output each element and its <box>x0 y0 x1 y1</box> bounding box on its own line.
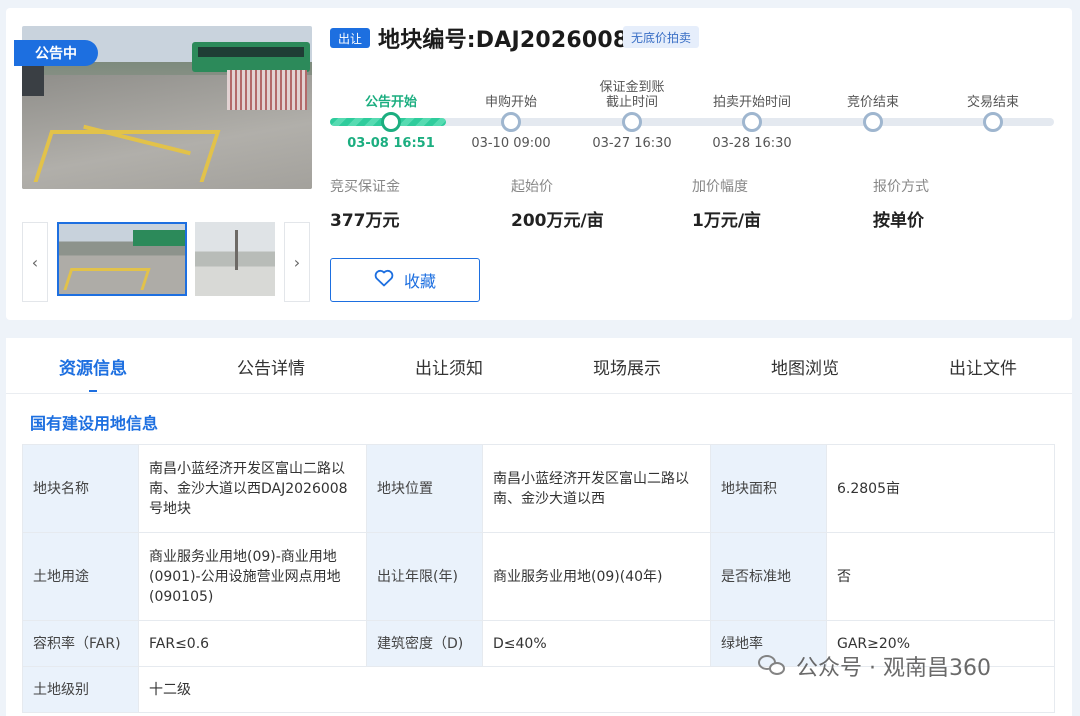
table-value-cell: FAR≤0.6 <box>138 620 367 667</box>
increment-item: 加价幅度 1万元/亩 <box>692 176 872 231</box>
timeline-step-dot <box>863 112 883 132</box>
chevron-left-icon: ‹ <box>31 252 39 272</box>
plot-info: 出让 地块编号:DAJ2026008 无底价拍卖 公告开始 03-08 16:51… <box>330 8 1060 320</box>
timeline-step-dot <box>501 112 521 132</box>
transaction-type-tag: 出让 <box>330 28 370 48</box>
photo-car <box>22 66 44 96</box>
detail-tabs: 资源信息 公告详情 出让须知 现场展示 地图浏览 出让文件 <box>6 338 1072 394</box>
chevron-right-icon: › <box>293 252 301 272</box>
status-badge: 公告中 <box>14 40 98 66</box>
timeline-step-dot <box>742 112 762 132</box>
table-value-cell: 6.2805亩 <box>826 444 1055 533</box>
thumbnail-prev-button[interactable]: ‹ <box>22 222 48 302</box>
watermark: 公众号 · 观南昌360 <box>758 650 991 682</box>
table-key-cell: 出让年限(年) <box>366 532 483 621</box>
timeline-step-date: 03-27 16:30 <box>592 136 672 151</box>
timeline-step-label: 交易结束 <box>966 95 1019 110</box>
timeline-step: 拍卖开始时间 03-28 16:30 <box>692 74 812 152</box>
timeline-step-date: 03-28 16:30 <box>712 136 792 151</box>
timeline-step-label: 竞价结束 <box>846 95 899 110</box>
tab-3[interactable]: 出让须知 <box>369 338 529 394</box>
photo-fence <box>227 70 307 110</box>
plot-title: 地块编号:DAJ2026008 <box>378 28 629 53</box>
tab-6[interactable]: 出让文件 <box>903 338 1063 394</box>
starting-price-item: 起始价 200万元/亩 <box>511 176 691 231</box>
table-key-cell: 地块面积 <box>710 444 827 533</box>
table-key-cell: 建筑密度（D) <box>366 620 483 667</box>
starting-price-value: 200万元/亩 <box>511 211 604 231</box>
thumbnail-next-button[interactable]: › <box>284 222 310 302</box>
increment-value: 1万元/亩 <box>692 211 762 231</box>
tab-4[interactable]: 现场展示 <box>547 338 707 394</box>
timeline-step-dot <box>381 112 401 132</box>
bid-method-label: 报价方式 <box>873 179 929 195</box>
table-row: 地块名称 南昌小蓝经济开发区富山二路以南、金沙大道以西DAJ2026008号地块地… <box>22 444 1055 533</box>
timeline-step-label: 拍卖开始时间 <box>712 95 791 110</box>
timeline-step-label: 申购开始 <box>484 95 537 110</box>
timeline-step-label: 公告开始 <box>364 95 417 110</box>
increment-label: 加价幅度 <box>692 179 748 195</box>
reserve-price-tag: 无底价拍卖 <box>623 26 700 48</box>
tab-2[interactable]: 公告详情 <box>191 338 351 394</box>
timeline-step-date <box>813 136 933 152</box>
table-key-cell: 地块位置 <box>366 444 483 533</box>
section-title: 国有建设用地信息 <box>30 414 159 433</box>
wechat-icon <box>758 653 788 679</box>
table-row: 土地用途 商业服务业用地(09)-商业用地(0901)-公用设施营业网点用地(09… <box>22 532 1055 621</box>
tab-1[interactable]: 资源信息 <box>13 338 173 394</box>
table-value-cell: 商业服务业用地(09)(40年) <box>482 532 711 621</box>
timeline-step-date <box>933 136 1053 152</box>
favorite-button[interactable]: 收藏 <box>330 258 480 302</box>
table-key-cell: 土地用途 <box>22 532 139 621</box>
table-key-cell: 地块名称 <box>22 444 139 533</box>
timeline-step-dot <box>622 112 642 132</box>
table-key-cell: 容积率（FAR) <box>22 620 139 667</box>
timeline-step: 竞价结束 <box>813 74 933 152</box>
table-value-cell: 南昌小蓝经济开发区富山二路以南、金沙大道以西 <box>482 444 711 533</box>
heart-icon <box>374 269 394 291</box>
tab-5[interactable]: 地图浏览 <box>725 338 885 394</box>
thumbnail-1[interactable] <box>57 222 187 296</box>
plot-summary-card: 公告中 ‹ › 出让 地块编号:DAJ2026008 无底价拍卖 公告开始 03-… <box>6 8 1072 320</box>
bid-method-item: 报价方式 按单价 <box>873 176 1053 231</box>
deposit-item: 竞买保证金 377万元 <box>330 176 510 231</box>
timeline-step-label: 保证金到账 截止时间 <box>599 80 665 110</box>
bid-method-value: 按单价 <box>873 211 924 231</box>
table-value-cell: 否 <box>826 532 1055 621</box>
watermark-text: 公众号 · 观南昌360 <box>796 656 991 681</box>
thumbnail-2[interactable] <box>195 222 275 296</box>
auction-timeline: 公告开始 03-08 16:51 申购开始 03-10 09:00 保证金到账 截止时间… <box>330 74 1060 154</box>
timeline-step-dot <box>983 112 1003 132</box>
table-key-cell: 土地级别 <box>22 666 139 713</box>
timeline-step: 交易结束 <box>933 74 1053 152</box>
timeline-step: 公告开始 03-08 16:51 <box>331 74 451 152</box>
table-value-cell: D≤40% <box>482 620 711 667</box>
photo-bus <box>192 42 310 72</box>
deposit-value: 377万元 <box>330 211 400 231</box>
timeline-step: 申购开始 03-10 09:00 <box>451 74 571 152</box>
table-value-cell: 南昌小蓝经济开发区富山二路以南、金沙大道以西DAJ2026008号地块 <box>138 444 367 533</box>
starting-price-label: 起始价 <box>511 179 553 195</box>
table-key-cell: 是否标准地 <box>710 532 827 621</box>
deposit-label: 竞买保证金 <box>330 179 400 195</box>
timeline-step-date: 03-10 09:00 <box>471 136 551 151</box>
table-value-cell: 商业服务业用地(09)-商业用地(0901)-公用设施营业网点用地(090105… <box>138 532 367 621</box>
timeline-step: 保证金到账 截止时间 03-27 16:30 <box>572 74 692 152</box>
favorite-label: 收藏 <box>403 272 436 291</box>
price-summary: 竞买保证金 377万元 起始价 200万元/亩 加价幅度 1万元/亩 报价方式 … <box>330 176 1060 232</box>
timeline-step-date: 03-08 16:51 <box>347 136 435 151</box>
